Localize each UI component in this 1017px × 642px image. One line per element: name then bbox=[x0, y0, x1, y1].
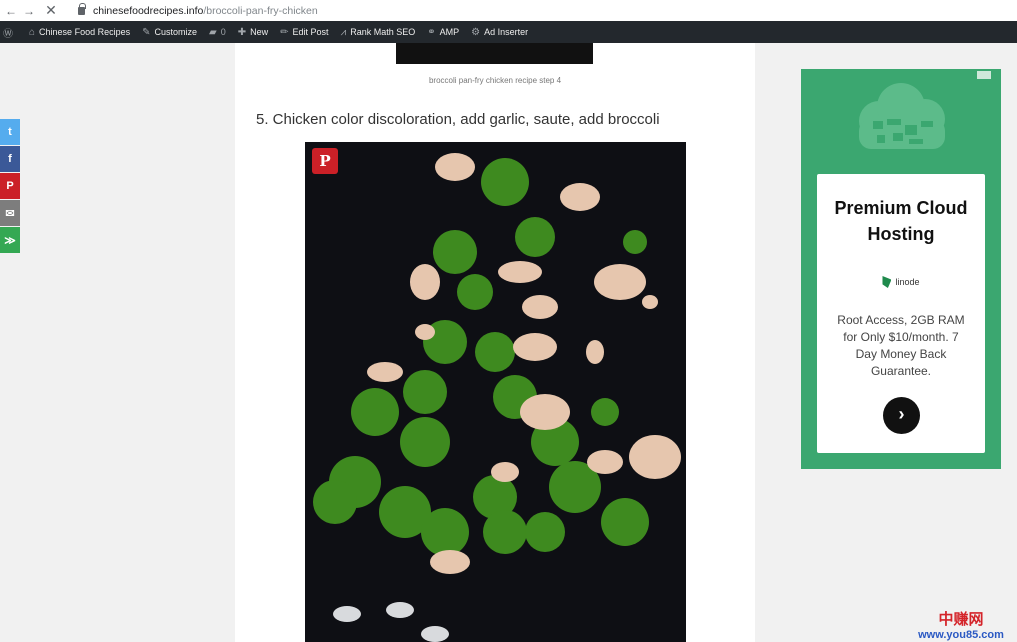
back-arrow-icon[interactable]: ← bbox=[4, 4, 18, 18]
wp-admin-bar: Ⓦ ⌂ Chinese Food Recipes ✎ Customize ▰ 0… bbox=[0, 21, 1017, 43]
facebook-icon: f bbox=[8, 153, 12, 165]
twitter-share-button[interactable]: t bbox=[0, 119, 20, 145]
adminbar-new[interactable]: ✚ New bbox=[238, 27, 268, 38]
adminbar-new-label: New bbox=[250, 27, 269, 37]
pinterest-icon: P bbox=[319, 152, 331, 170]
ad-banner[interactable]: Premium Cloud Hosting linode Root Access… bbox=[801, 69, 1001, 469]
email-icon: ✉ bbox=[5, 207, 15, 220]
adminbar-wordpress[interactable]: Ⓦ bbox=[3, 25, 17, 40]
broccoli-chicken-image bbox=[305, 142, 686, 642]
ad-title: Premium Cloud Hosting bbox=[834, 198, 968, 244]
page-body: t f P ✉ ≫ broccoli pan-fry chicken recip… bbox=[0, 43, 1017, 642]
ad-cta-button[interactable]: › bbox=[883, 397, 920, 434]
pinterest-share-button[interactable]: P bbox=[0, 173, 20, 199]
forward-arrow-icon[interactable]: → bbox=[22, 4, 36, 18]
adminbar-site-label: Chinese Food Recipes bbox=[39, 27, 131, 37]
plus-icon: ✚ bbox=[237, 26, 247, 38]
comment-icon: ▰ bbox=[209, 26, 217, 38]
step-heading: 5. Chicken color discoloration, add garl… bbox=[256, 111, 660, 128]
watermark-en: www.you85.com bbox=[918, 629, 1004, 641]
ad-card[interactable]: Premium Cloud Hosting linode Root Access… bbox=[817, 174, 985, 453]
linode-icon bbox=[882, 276, 892, 288]
rankmath-icon: ⩘ bbox=[340, 26, 347, 38]
ad-brand: linode bbox=[895, 277, 920, 287]
link-icon: ⚭ bbox=[427, 26, 436, 38]
adminbar-comments[interactable]: ▰ 0 bbox=[209, 27, 226, 38]
article-content: broccoli pan-fry chicken recipe step 4 5… bbox=[235, 43, 755, 642]
lock-icon[interactable] bbox=[78, 2, 86, 15]
twitter-icon: t bbox=[8, 126, 12, 138]
step-photo: P bbox=[305, 142, 686, 642]
adminbar-rankmath-label: Rank Math SEO bbox=[350, 27, 416, 37]
image-caption: broccoli pan-fry chicken recipe step 4 bbox=[428, 76, 562, 85]
stop-icon[interactable]: ✕ bbox=[44, 2, 58, 19]
brush-icon: ✎ bbox=[142, 26, 151, 38]
adminbar-edit-post[interactable]: ✏ Edit Post bbox=[280, 27, 328, 38]
pinterest-icon: P bbox=[6, 180, 14, 192]
email-share-button[interactable]: ✉ bbox=[0, 200, 20, 226]
facebook-share-button[interactable]: f bbox=[0, 146, 20, 172]
adminbar-adinserter-label: Ad Inserter bbox=[484, 27, 529, 37]
url-host: chinesefoodrecipes.info bbox=[93, 4, 204, 17]
wordpress-icon: Ⓦ bbox=[3, 28, 13, 40]
adminbar-amp-label: AMP bbox=[439, 27, 460, 37]
previous-step-photo bbox=[396, 43, 593, 64]
chevron-right-icon: › bbox=[898, 404, 905, 424]
gear-icon: ⚙ bbox=[471, 26, 481, 38]
cloud-icon bbox=[859, 83, 945, 149]
browser-url-bar: ← → ✕ chinesefoodrecipes.info/broccoli-p… bbox=[0, 0, 1017, 21]
adminbar-comments-count: 0 bbox=[220, 27, 226, 37]
adminbar-rankmath[interactable]: ⩘ Rank Math SEO bbox=[341, 27, 416, 38]
social-share-bar: t f P ✉ ≫ bbox=[0, 119, 20, 254]
ad-description: Root Access, 2GB RAM for Only $10/month.… bbox=[837, 313, 965, 378]
adminbar-customize[interactable]: ✎ Customize bbox=[142, 27, 197, 38]
ad-brand-logo: linode bbox=[817, 276, 985, 288]
home-icon: ⌂ bbox=[29, 26, 36, 38]
site-watermark: 中赚网 www.you85.com bbox=[906, 608, 1016, 641]
url-path: /broccoli-pan-fry-chicken bbox=[203, 4, 318, 17]
adminbar-edit-label: Edit Post bbox=[292, 27, 329, 37]
address-field[interactable]: chinesefoodrecipes.info/broccoli-pan-fry… bbox=[93, 5, 318, 17]
share-icon: ≫ bbox=[4, 234, 16, 247]
adminbar-amp[interactable]: ⚭ AMP bbox=[427, 27, 459, 38]
pencil-icon: ✏ bbox=[280, 26, 289, 38]
adminbar-site-name[interactable]: ⌂ Chinese Food Recipes bbox=[29, 27, 130, 38]
more-share-button[interactable]: ≫ bbox=[0, 227, 20, 253]
watermark-cn: 中赚网 bbox=[938, 611, 984, 628]
pinterest-save-button[interactable]: P bbox=[312, 148, 338, 174]
adminbar-ad-inserter[interactable]: ⚙ Ad Inserter bbox=[471, 27, 528, 38]
adminbar-customize-label: Customize bbox=[154, 27, 198, 37]
